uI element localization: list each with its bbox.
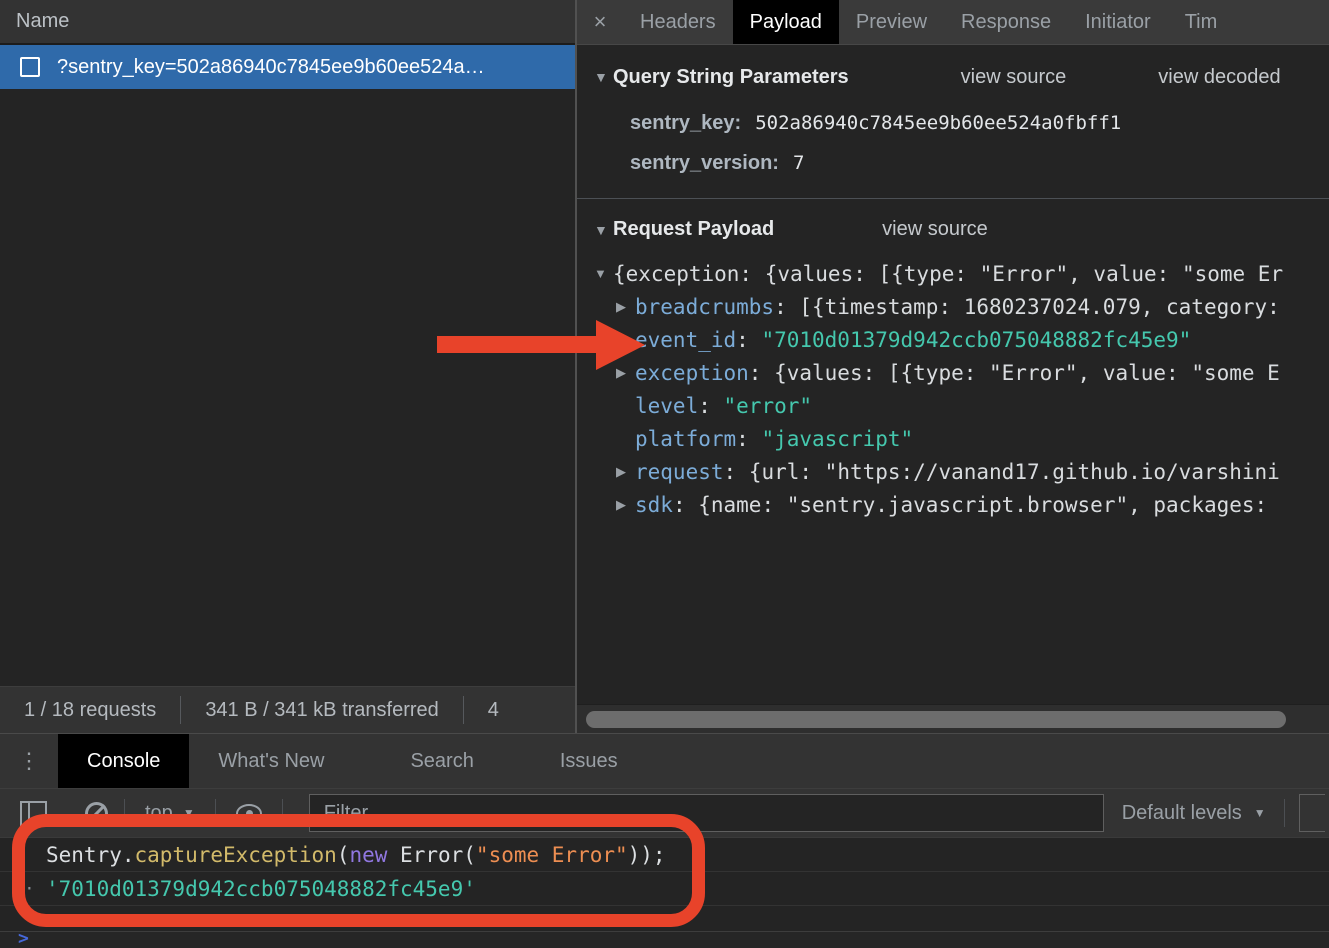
query-string-section-header: ▼ Query String Parameters view source vi…	[577, 45, 1329, 92]
request-checkbox[interactable]	[20, 57, 40, 77]
json-preview-text: {values: [{type: "Error", value: "some E	[774, 361, 1280, 385]
details-tabbar: × HeadersPayloadPreviewResponseInitiator…	[577, 0, 1329, 45]
network-request-row[interactable]: ?sentry_key=502a86940c7845ee9b60ee524a…	[0, 45, 575, 89]
summary-divider	[180, 696, 181, 724]
kebab-menu-icon[interactable]: ⋮	[0, 734, 58, 788]
payload-tree-row[interactable]: event_id: "7010d01379d942ccb075048882fc4…	[577, 323, 1329, 356]
clipped-toolbar-button[interactable]	[1299, 794, 1325, 832]
tab-issues[interactable]: Issues	[531, 734, 647, 788]
json-preview-text: :	[724, 460, 749, 484]
request-name: ?sentry_key=502a86940c7845ee9b60ee524a…	[57, 56, 485, 79]
json-key: request	[635, 460, 724, 484]
drawer-tabbar: ⋮ ConsoleWhat's New Search Issues	[0, 734, 1329, 789]
disclosure-triangle-icon[interactable]: ▼	[594, 266, 613, 281]
tab-response[interactable]: Response	[944, 0, 1068, 44]
annotation-arrow-shaft	[437, 336, 599, 353]
json-preview-text: :	[736, 328, 761, 352]
tab-what-s-new[interactable]: What's New	[189, 734, 353, 788]
view-decoded-link[interactable]: view decoded	[1158, 66, 1280, 89]
view-source-link[interactable]: view source	[882, 218, 988, 241]
chevron-down-icon: ▼	[1254, 806, 1266, 820]
tab-headers[interactable]: Headers	[623, 0, 733, 44]
request-payload-title: Request Payload	[613, 218, 774, 241]
json-preview-text: [{timestamp: 1680237024.079, category:	[799, 295, 1279, 319]
transferred-size: 341 B / 341 kB transferred	[205, 699, 438, 722]
name-column-header[interactable]: Name	[0, 0, 575, 45]
collapse-triangle-icon[interactable]: ▼	[594, 69, 613, 85]
json-preview-text: :	[673, 493, 698, 517]
json-string-value: "7010d01379d942ccb075048882fc45e9"	[761, 328, 1191, 352]
payload-tree-row[interactable]: ▼{exception: {values: [{type: "Error", v…	[577, 257, 1329, 290]
json-key: level	[635, 394, 698, 418]
drawer-tabs: ConsoleWhat's New Search Issues	[58, 734, 647, 788]
json-preview-text: :	[698, 394, 723, 418]
disclosure-triangle-icon[interactable]: ▶	[616, 299, 635, 315]
requests-count: 1 / 18 requests	[24, 699, 156, 722]
request-details-panel: × HeadersPayloadPreviewResponseInitiator…	[575, 0, 1329, 733]
summary-divider	[463, 696, 464, 724]
param-name: sentry_version:	[630, 152, 779, 175]
json-key: exception	[635, 361, 749, 385]
json-string-value: "javascript"	[761, 427, 913, 451]
json-preview-text: :	[736, 427, 761, 451]
view-source-link[interactable]: view source	[961, 66, 1067, 89]
name-column-label: Name	[16, 10, 69, 33]
query-string-title: Query String Parameters	[613, 66, 849, 89]
tab-payload[interactable]: Payload	[733, 0, 839, 44]
payload-tree-row[interactable]: ▶breadcrumbs: [{timestamp: 1680237024.07…	[577, 290, 1329, 323]
param-value: 7	[793, 152, 804, 174]
details-tabs: HeadersPayloadPreviewResponseInitiatorTi…	[623, 0, 1234, 44]
payload-tree-row[interactable]: level: "error"	[577, 389, 1329, 422]
network-summary-bar: 1 / 18 requests 341 B / 341 kB transferr…	[0, 686, 575, 733]
json-preview-text: {name: "sentry.javascript.browser", pack…	[698, 493, 1267, 517]
json-preview-text: {exception: {values: [{type: "Error", va…	[613, 262, 1283, 286]
query-param-row: sentry_key: 502a86940c7845ee9b60ee524a0f…	[577, 103, 1329, 143]
json-key: event_id	[635, 328, 736, 352]
payload-tree-row[interactable]: ▶request: {url: "https://vanand17.github…	[577, 455, 1329, 488]
disclosure-triangle-icon[interactable]: ▶	[616, 464, 635, 480]
console-prompt-icon: >	[18, 928, 29, 948]
log-levels-label: Default levels	[1122, 802, 1242, 825]
request-payload-section-header: ▼ Request Payload view source	[577, 199, 1329, 246]
annotation-arrow-head-icon	[596, 320, 645, 370]
close-icon[interactable]: ×	[577, 0, 623, 44]
json-preview-text: :	[774, 295, 799, 319]
tab-tim[interactable]: Tim	[1168, 0, 1235, 44]
json-key: platform	[635, 427, 736, 451]
query-params-list: sentry_key: 502a86940c7845ee9b60ee524a0f…	[577, 103, 1329, 183]
tab-console[interactable]: Console	[58, 734, 189, 788]
collapse-triangle-icon[interactable]: ▼	[594, 222, 613, 238]
console-input-row[interactable]: >	[0, 931, 1329, 948]
network-requests-panel: Name ?sentry_key=502a86940c7845ee9b60ee5…	[0, 0, 575, 733]
disclosure-triangle-icon[interactable]: ▶	[616, 497, 635, 513]
resources-size-truncated: 4	[488, 699, 499, 722]
devtools-window: Name ?sentry_key=502a86940c7845ee9b60ee5…	[0, 0, 1329, 948]
json-preview-text: :	[749, 361, 774, 385]
toolbar-divider	[1284, 799, 1285, 827]
json-preview-text: {url: "https://vanand17.github.io/varshi…	[749, 460, 1280, 484]
param-name: sentry_key:	[630, 112, 741, 135]
json-key: sdk	[635, 493, 673, 517]
json-key: breadcrumbs	[635, 295, 774, 319]
annotation-highlight-box	[12, 814, 705, 927]
payload-tree-row[interactable]: ▶sdk: {name: "sentry.javascript.browser"…	[577, 488, 1329, 521]
payload-tree-row[interactable]: platform: "javascript"	[577, 422, 1329, 455]
query-param-row: sentry_version: 7	[577, 143, 1329, 183]
json-string-value: "error"	[724, 394, 813, 418]
log-levels-dropdown[interactable]: Default levels ▼	[1122, 802, 1266, 825]
payload-content: ▼ Query String Parameters view source vi…	[577, 45, 1329, 521]
tab-initiator[interactable]: Initiator	[1068, 0, 1168, 44]
scrollbar-thumb[interactable]	[586, 711, 1286, 728]
param-value: 502a86940c7845ee9b60ee524a0fbff1	[755, 112, 1121, 134]
horizontal-scrollbar	[577, 704, 1329, 733]
tab-preview[interactable]: Preview	[839, 0, 944, 44]
tab-search[interactable]: Search	[381, 734, 502, 788]
payload-json-tree: ▼{exception: {values: [{type: "Error", v…	[577, 257, 1329, 521]
payload-tree-row[interactable]: ▶exception: {values: [{type: "Error", va…	[577, 356, 1329, 389]
